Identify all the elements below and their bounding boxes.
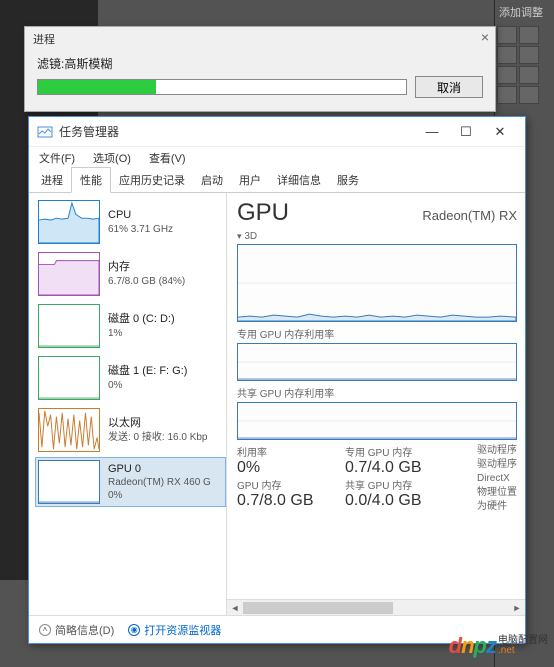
cancel-button[interactable]: 取消 [415,76,483,98]
memory-thumb-chart [38,252,100,296]
tab-details[interactable]: 详细信息 [269,168,329,192]
task-manager-window: 任务管理器 — ☐ ✕ 文件(F) 选项(O) 查看(V) 进程 性能 应用历史… [28,116,526,644]
tab-services[interactable]: 服务 [329,168,367,192]
ps-adjustments-label: 添加调整 [495,0,554,24]
memory-sub: 6.7/8.0 GB (84%) [108,275,185,288]
detail-title: GPU [237,199,289,227]
menu-file[interactable]: 文件(F) [35,149,79,167]
ps-adj-icon[interactable] [519,86,539,104]
cpu-thumb-chart [38,200,100,244]
scroll-left-icon[interactable]: ◄ [227,601,243,615]
ethernet-sub: 发送: 0 接收: 16.0 Kbp [108,431,208,444]
task-manager-icon [37,124,53,140]
tab-performance[interactable]: 性能 [71,167,111,193]
tab-users[interactable]: 用户 [231,168,269,192]
ps-adj-icon[interactable] [519,46,539,64]
chart-shared [237,402,517,440]
tab-startup[interactable]: 启动 [193,168,231,192]
sidebar-item-memory[interactable]: 内存 6.7/8.0 GB (84%) [35,249,226,299]
ps-adj-icon[interactable] [519,66,539,84]
gpu-title: GPU 0 [108,462,211,476]
cpu-sub: 61% 3.71 GHz [108,223,173,236]
stat-shared-label: 共享 GPU 内存 [345,477,435,492]
minimize-button[interactable]: — [415,120,449,144]
gpu-sub: Radeon(TM) RX 460 G [108,476,211,489]
tab-processes[interactable]: 进程 [33,168,71,192]
chart-dedicated [237,343,517,381]
resmon-icon: ◉ [128,624,140,636]
gpu-name: Radeon(TM) RX [422,208,517,223]
stat-gpumem-label: GPU 内存 [237,477,327,492]
watermark-logo: dnpz [449,633,496,659]
menubar: 文件(F) 选项(O) 查看(V) [29,147,525,169]
ps-adj-icon[interactable] [497,66,517,84]
sidebar-item-cpu[interactable]: CPU 61% 3.71 GHz [35,197,226,247]
menu-view[interactable]: 查看(V) [145,149,190,167]
chevron-down-icon[interactable]: ▾ [237,231,242,241]
watermark: dnpz 电脑配置网.net [449,633,548,659]
gpu-sub2: 0% [108,489,211,502]
fewer-details-button[interactable]: ˄ 简略信息(D) [39,622,114,638]
stat-util-value: 0% [237,459,327,477]
stat-gpumem-value: 0.7/8.0 GB [237,492,327,510]
chart-dedicated-label: 专用 GPU 内存利用率 [237,326,517,341]
ps-adj-icon[interactable] [497,46,517,64]
ps-adj-icon[interactable] [497,86,517,104]
progress-titlebar[interactable]: 进程 × [25,27,495,51]
sidebar-item-gpu[interactable]: GPU 0 Radeon(TM) RX 460 G 0% [35,457,226,507]
stat-shared-value: 0.0/4.0 GB [345,492,435,510]
stat-util-label: 利用率 [237,444,327,459]
chart-3d [237,244,517,322]
disk0-title: 磁盘 0 (C: D:) [108,312,175,326]
sidebar-item-disk1[interactable]: 磁盘 1 (E: F: G:) 0% [35,353,226,403]
horizontal-scrollbar[interactable]: ◄ ► [227,599,525,615]
gpu-thumb-chart [38,460,100,504]
open-resmon-link[interactable]: ◉ 打开资源监视器 [128,622,221,638]
close-icon[interactable]: × [481,29,489,45]
memory-title: 内存 [108,260,185,274]
stat-dedicated-label: 专用 GPU 内存 [345,444,435,459]
tab-bar: 进程 性能 应用历史记录 启动 用户 详细信息 服务 [29,169,525,193]
ps-adj-icon[interactable] [497,26,517,44]
cpu-title: CPU [108,208,173,222]
scroll-right-icon[interactable]: ► [509,601,525,615]
gpu-right-info: 驱动程序 驱动程序 DirectX 物理位置 为硬件 [477,444,517,514]
stat-dedicated-value: 0.7/4.0 GB [345,459,435,477]
titlebar[interactable]: 任务管理器 — ☐ ✕ [29,117,525,147]
sidebar-item-disk0[interactable]: 磁盘 0 (C: D:) 1% [35,301,226,351]
maximize-button[interactable]: ☐ [449,120,483,144]
disk0-sub: 1% [108,327,175,340]
window-title: 任务管理器 [59,123,415,140]
disk1-title: 磁盘 1 (E: F: G:) [108,364,187,378]
watermark-text: 电脑配置网.net [498,636,548,656]
ethernet-title: 以太网 [108,416,208,430]
body: CPU 61% 3.71 GHz 内存 6.7/8.0 GB (84%) [29,193,525,615]
chart-3d-label: 3D [244,231,257,242]
disk0-thumb-chart [38,304,100,348]
ps-adjustment-icons [495,24,554,106]
chevron-up-icon: ˄ [39,624,51,636]
close-button[interactable]: ✕ [483,120,517,144]
progress-label: 滤镜:高斯模糊 [37,55,483,72]
sidebar-item-ethernet[interactable]: 以太网 发送: 0 接收: 16.0 Kbp [35,405,226,455]
progress-fill [38,80,156,94]
performance-sidebar: CPU 61% 3.71 GHz 内存 6.7/8.0 GB (84%) [29,193,227,615]
disk1-sub: 0% [108,379,187,392]
disk1-thumb-chart [38,356,100,400]
menu-options[interactable]: 选项(O) [89,149,135,167]
scroll-thumb[interactable] [243,602,393,614]
chart-shared-label: 共享 GPU 内存利用率 [237,385,517,400]
progress-window-title: 进程 [33,34,55,46]
ps-adj-icon[interactable] [519,26,539,44]
tab-history[interactable]: 应用历史记录 [111,168,193,192]
gpu-stats: 利用率 0% GPU 内存 0.7/8.0 GB 专用 GPU 内存 0.7/4… [237,444,517,509]
gpu-detail-panel: GPU Radeon(TM) RX ▾ 3D 专用 GPU 内存利用率 共享 G… [227,193,525,615]
progress-dialog: 进程 × 滤镜:高斯模糊 取消 [24,26,496,112]
ethernet-thumb-chart [38,408,100,452]
progress-bar [37,79,407,95]
